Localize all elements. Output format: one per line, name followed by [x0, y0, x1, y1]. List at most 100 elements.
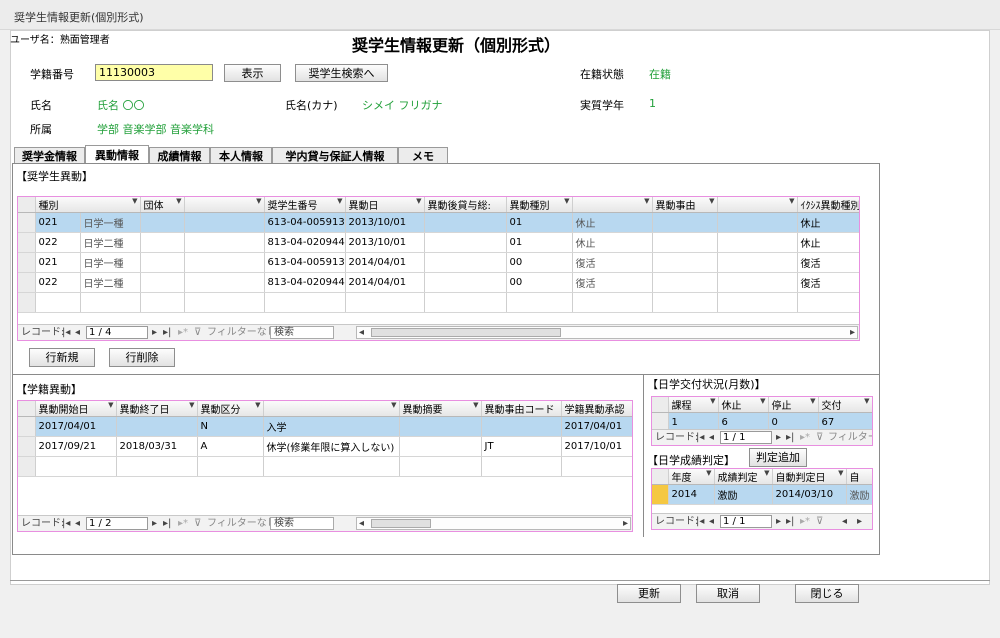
scroll-left-icon[interactable]: ◂ — [359, 518, 364, 530]
col-header[interactable]: 異動摘要 ▼ — [399, 401, 482, 417]
nav-next-icon[interactable]: ▸ — [776, 516, 781, 528]
filter-status[interactable]: フィルターなし — [207, 327, 277, 339]
col-header[interactable]: ▼ — [572, 197, 653, 213]
col-header[interactable]: 異動種別 ▼ — [506, 197, 573, 213]
record-position[interactable]: 1 / 1 — [720, 431, 772, 444]
nav-new-icon[interactable]: ▸* — [178, 518, 188, 530]
new-row-button[interactable]: 行新規 — [29, 348, 95, 367]
scroll-right-icon[interactable]: ▸ — [857, 516, 862, 528]
chevron-down-icon[interactable]: ▼ — [132, 197, 137, 205]
filter-status[interactable]: フィルター — [828, 432, 872, 444]
row-selector-header[interactable] — [18, 197, 36, 213]
col-header[interactable]: 交付 ▼ — [818, 397, 872, 413]
nav-new-icon[interactable]: ▸* — [178, 327, 188, 339]
nav-prev-icon[interactable]: ◂ — [709, 432, 714, 444]
nav-last-icon[interactable]: ▸| — [163, 327, 171, 339]
filter-icon[interactable]: ⊽ — [816, 432, 823, 444]
student-search-button[interactable]: 奨学生検索へ — [295, 64, 388, 82]
filter-icon[interactable]: ⊽ — [816, 516, 823, 528]
table-row[interactable]: 022 日学二種 813-04-020944 2014/04/01 00 復活 復活 — [18, 272, 859, 293]
nav-new-icon[interactable]: ▸* — [800, 516, 810, 528]
chevron-down-icon[interactable]: ▼ — [706, 469, 711, 477]
tab-transfer[interactable]: 異動情報 — [85, 145, 149, 165]
delete-row-button[interactable]: 行削除 — [109, 348, 175, 367]
row-selector-header[interactable] — [18, 401, 36, 417]
col-header[interactable]: 異動終了日 ▼ — [116, 401, 198, 417]
chevron-down-icon[interactable]: ▼ — [864, 397, 869, 405]
col-header[interactable]: ▼ — [717, 197, 798, 213]
col-header[interactable]: 団体 ▼ — [140, 197, 185, 213]
chevron-down-icon[interactable]: ▼ — [764, 469, 769, 477]
col-header[interactable]: 異動事由 ▼ — [652, 197, 718, 213]
chevron-down-icon[interactable]: ▼ — [256, 197, 261, 205]
chevron-down-icon[interactable]: ▼ — [108, 401, 113, 409]
nav-first-icon[interactable]: |◂ — [62, 518, 70, 530]
chevron-down-icon[interactable]: ▼ — [564, 197, 569, 205]
nav-prev-icon[interactable]: ◂ — [75, 327, 80, 339]
col-header[interactable]: ▼ — [263, 401, 400, 417]
filter-icon[interactable]: ⊽ — [194, 518, 201, 530]
horizontal-scrollbar[interactable]: ◂ ▸ — [356, 326, 858, 339]
col-header[interactable]: ▼ — [184, 197, 265, 213]
table-row[interactable]: 021 日学一種 613-04-005913 2014/04/01 00 復活 復活 — [18, 252, 859, 273]
col-header[interactable]: 異動区分 ▼ — [197, 401, 264, 417]
col-header[interactable]: 異動日 ▼ — [345, 197, 425, 213]
grid-search-input[interactable]: 検索 — [270, 326, 334, 339]
chevron-down-icon[interactable]: ▼ — [710, 397, 715, 405]
chevron-down-icon[interactable]: ▼ — [644, 197, 649, 205]
chevron-down-icon[interactable]: ▼ — [789, 197, 794, 205]
col-header[interactable]: 奨学生番号 ▼ — [264, 197, 346, 213]
filter-status[interactable]: フィルターなし — [207, 518, 277, 530]
record-position[interactable]: 1 / 1 — [720, 515, 772, 528]
col-header[interactable]: 学籍異動承認 — [561, 401, 632, 417]
chevron-down-icon[interactable]: ▼ — [189, 401, 194, 409]
scroll-left-icon[interactable]: ◂ — [359, 327, 364, 339]
col-header[interactable]: 自動判定日 ▼ — [772, 469, 847, 485]
col-header[interactable]: 課程 ▼ — [668, 397, 719, 413]
chevron-down-icon[interactable]: ▼ — [255, 401, 260, 409]
col-header[interactable]: 停止 ▼ — [768, 397, 819, 413]
table-row[interactable]: 022 日学二種 813-04-020944 2013/10/01 01 休止 休止 — [18, 232, 859, 253]
col-header[interactable]: 年度 ▼ — [668, 469, 715, 485]
update-button[interactable]: 更新 — [617, 584, 681, 603]
scroll-thumb[interactable] — [371, 328, 561, 337]
col-header[interactable]: 成績判定 ▼ — [714, 469, 773, 485]
chevron-down-icon[interactable]: ▼ — [709, 197, 714, 205]
horizontal-scrollbar[interactable]: ◂ ▸ — [356, 517, 631, 530]
chevron-down-icon[interactable]: ▼ — [760, 397, 765, 405]
chevron-down-icon[interactable]: ▼ — [176, 197, 181, 205]
nav-new-icon[interactable]: ▸* — [800, 432, 810, 444]
col-header[interactable]: 異動後貸与総: — [424, 197, 507, 213]
nav-last-icon[interactable]: ▸| — [163, 518, 171, 530]
nav-next-icon[interactable]: ▸ — [776, 432, 781, 444]
table-row[interactable]: 2017/04/01 N 入学 2017/04/01 — [18, 416, 632, 437]
grid-search-input[interactable]: 検索 — [270, 517, 334, 530]
col-header[interactable]: ｲｸｼｽ異動種別 — [797, 197, 859, 213]
nav-first-icon[interactable]: |◂ — [62, 327, 70, 339]
nav-prev-icon[interactable]: ◂ — [75, 518, 80, 530]
nav-prev-icon[interactable]: ◂ — [709, 516, 714, 528]
scroll-right-icon[interactable]: ▸ — [623, 518, 628, 530]
record-position[interactable]: 1 / 4 — [86, 326, 148, 339]
add-judgement-button[interactable]: 判定追加 — [749, 448, 807, 467]
chevron-down-icon[interactable]: ▼ — [838, 469, 843, 477]
nav-last-icon[interactable]: ▸| — [786, 432, 794, 444]
scroll-right-icon[interactable]: ▸ — [850, 327, 855, 339]
table-row-empty[interactable] — [18, 456, 632, 477]
table-row[interactable]: 2014 激励 2014/03/10 激励 — [652, 484, 872, 505]
col-header[interactable]: 自 — [846, 469, 872, 485]
record-position[interactable]: 1 / 2 — [86, 517, 148, 530]
table-row[interactable]: 2017/09/21 2018/03/31 A 休学(修業年限に算入しない) JT 201… — [18, 436, 632, 457]
scroll-thumb[interactable] — [371, 519, 431, 528]
student-no-input[interactable] — [95, 64, 213, 81]
close-button[interactable]: 閉じる — [795, 584, 859, 603]
col-header[interactable]: 異動開始日 ▼ — [35, 401, 117, 417]
show-button[interactable]: 表示 — [224, 64, 281, 82]
filter-icon[interactable]: ⊽ — [194, 327, 201, 339]
nav-first-icon[interactable]: |◂ — [696, 432, 704, 444]
col-header[interactable]: 休止 ▼ — [718, 397, 769, 413]
chevron-down-icon[interactable]: ▼ — [416, 197, 421, 205]
col-header[interactable]: 種別 ▼ — [35, 197, 141, 213]
nav-next-icon[interactable]: ▸ — [152, 327, 157, 339]
col-header[interactable]: 異動事由コード — [481, 401, 562, 417]
